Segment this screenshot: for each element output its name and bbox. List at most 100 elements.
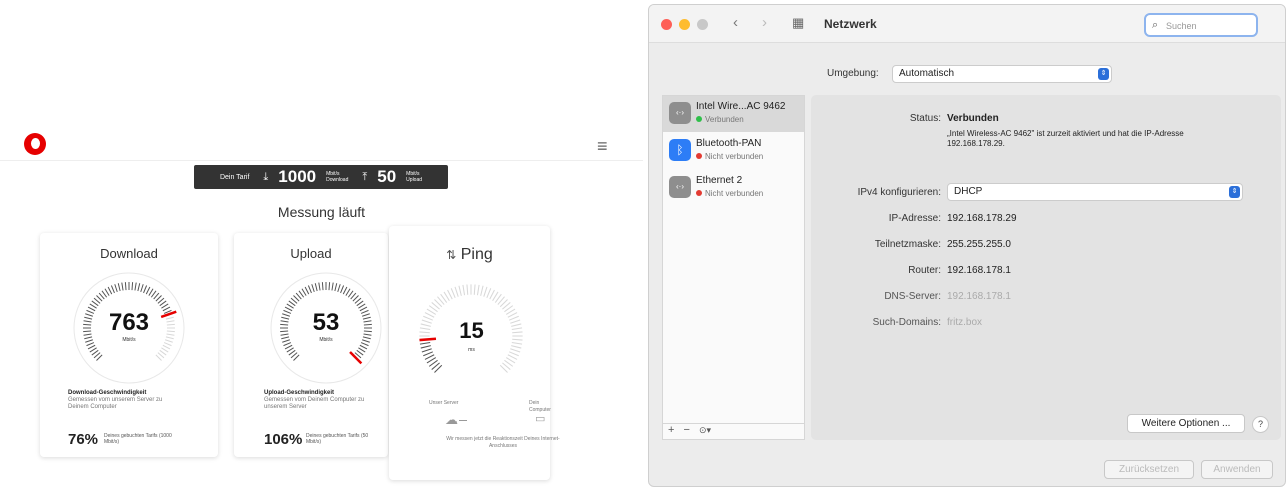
add-service-button[interactable]: + xyxy=(668,424,674,436)
gauge-tick xyxy=(328,282,331,291)
wifi-icon: ‹·› xyxy=(669,102,691,124)
router-value: 192.168.178.1 xyxy=(947,265,1011,276)
cloud-icon: ☁ xyxy=(445,412,458,427)
service-status: Nicht verbunden xyxy=(696,189,763,198)
dns-server-label: DNS-Server: xyxy=(884,291,941,302)
window-title: Netzwerk xyxy=(824,17,877,31)
ping-value: 15 xyxy=(459,318,484,343)
download-percent: 76% xyxy=(68,431,99,448)
gauge-tick xyxy=(473,284,476,295)
upload-arrow-icon: ⤒ xyxy=(362,170,368,183)
vodafone-logo[interactable] xyxy=(24,133,46,155)
action-menu-button[interactable]: ⊙▾ xyxy=(699,425,711,435)
apply-button[interactable]: Anwenden xyxy=(1201,460,1273,479)
service-name: Intel Wire...AC 9462 xyxy=(696,101,786,112)
status-description: „Intel Wireless-AC 9462" ist zurzeit akt… xyxy=(947,129,1184,148)
ping-text: Wir messen jetzt die Reaktionszeit Deine… xyxy=(446,436,560,449)
gauge-tick xyxy=(483,286,488,297)
remove-service-button[interactable]: − xyxy=(684,424,690,436)
upload-percent-text: Deines gebuchten Tarifs (50 Mbit/s) xyxy=(306,433,369,445)
subnet-mask-value: 255.255.255.0 xyxy=(947,239,1011,250)
tarif-up-unit: Mbit/s Upload xyxy=(406,171,423,183)
download-unit: Mbit/s xyxy=(122,337,136,343)
gauge-tick xyxy=(447,289,453,300)
help-button[interactable]: ? xyxy=(1252,416,1269,433)
gauge-tick xyxy=(486,288,492,299)
measurement-status: Messung läuft xyxy=(277,204,366,220)
upload-percent: 106% xyxy=(264,431,303,448)
close-button[interactable] xyxy=(661,19,672,30)
tarif-label: Dein Tarif xyxy=(219,173,250,181)
download-percent-text: Deines gebuchten Tarifs (1000 Mbit/s) xyxy=(104,433,172,445)
gauge-tick xyxy=(131,282,134,291)
tarif-down-unit: Mbit/s Download xyxy=(326,171,349,183)
minimize-button[interactable] xyxy=(679,19,690,30)
back-chevron-icon[interactable]: ‹ xyxy=(733,14,738,31)
gauge-tick xyxy=(424,312,435,318)
ip-address-value: 192.168.178.29 xyxy=(947,213,1017,224)
tarif-down-value: 1000 xyxy=(278,167,317,186)
revert-button[interactable]: Zurücksetzen xyxy=(1104,460,1194,479)
bluetooth-icon: ᛒ xyxy=(669,139,691,161)
menu-icon[interactable]: ≡ xyxy=(597,136,608,157)
gauge-tick xyxy=(450,288,456,299)
download-title: Download xyxy=(100,246,158,261)
more-options-button[interactable]: Weitere Optionen ... xyxy=(1127,414,1245,433)
service-name: Bluetooth-PAN xyxy=(696,138,762,149)
download-arrow-icon: ⤓ xyxy=(263,170,269,183)
gauge-tick xyxy=(476,284,480,296)
status-value: Verbunden xyxy=(947,113,999,124)
gauge-tick xyxy=(458,285,462,296)
upload-title: Upload xyxy=(290,246,332,261)
umgebung-label: Umgebung: xyxy=(827,68,879,79)
ipv4-label: IPv4 konfigurieren: xyxy=(857,187,941,198)
zoom-button[interactable] xyxy=(697,19,708,30)
download-value: 763 xyxy=(108,309,150,336)
status-label: Status: xyxy=(909,113,941,124)
umgebung-select[interactable]: Automatisch ⇕ xyxy=(892,65,1112,83)
select-arrows-icon: ⇕ xyxy=(1229,186,1240,198)
gauge-tick xyxy=(124,282,127,291)
gauge-tick xyxy=(480,285,484,296)
status-dot xyxy=(696,116,702,122)
search-domains-label: Such-Domains: xyxy=(872,317,941,328)
ipv4-select[interactable]: DHCP ⇕ xyxy=(947,183,1243,201)
gauge-tick xyxy=(489,289,495,300)
gauge-tick xyxy=(507,312,518,318)
status-dot xyxy=(696,190,702,196)
ping-card: ⇅ Ping 15 ms Unser Server Dein Computer … xyxy=(389,226,560,480)
search-domains-value: fritz.box xyxy=(947,317,983,328)
subnet-mask-label: Teilnetzmaske: xyxy=(874,239,941,250)
ping-server-label: Unser Server xyxy=(429,400,459,406)
select-arrows-icon: ⇕ xyxy=(1098,68,1109,80)
service-item-bluetooth[interactable]: ᛒ Bluetooth-PAN Nicht verbunden xyxy=(663,133,804,169)
search-input[interactable]: ⌕ Suchen xyxy=(1144,13,1258,37)
ethernet-icon: ‹·› xyxy=(669,176,691,198)
router-label: Router: xyxy=(908,265,941,276)
service-status: Verbunden xyxy=(696,115,744,124)
ping-icon: ⇅ xyxy=(446,248,457,262)
upload-caption: Upload-Geschwindigkeit Gemessen vom Deine… xyxy=(264,390,365,410)
header-divider xyxy=(0,160,643,161)
upload-value: 53 xyxy=(312,309,340,336)
service-status: Nicht verbunden xyxy=(696,152,763,161)
gauge-tick xyxy=(462,284,466,296)
network-preferences-window: ‹ › ▦ Netzwerk ⌕ Suchen Umgebung: Automat… xyxy=(648,4,1286,487)
status-dot xyxy=(696,153,702,159)
upload-unit: Mbit/s xyxy=(319,337,333,343)
gauge-tick xyxy=(454,286,459,297)
forward-chevron-icon[interactable]: › xyxy=(762,14,767,31)
speedtest-page: ≡ Dein Tarif ⤓ 1000 Mbit/s Download ⤒ 50 … xyxy=(0,0,643,487)
show-all-grid-icon[interactable]: ▦ xyxy=(792,15,810,32)
download-caption: Download-Geschwindigkeit Gemessen vom uns… xyxy=(68,390,163,410)
download-card: Download 763 Mbit/s Download-Geschwindig… xyxy=(40,233,218,457)
ping-unit: ms xyxy=(468,347,475,353)
ip-address-label: IP-Adresse: xyxy=(888,213,941,224)
service-name: Ethernet 2 xyxy=(696,175,743,186)
tarif-bar: Dein Tarif ⤓ 1000 Mbit/s Download ⤒ 50 Mb… xyxy=(194,165,448,189)
service-list-controls: + − ⊙▾ xyxy=(662,423,805,440)
dns-server-value: 192.168.178.1 xyxy=(947,291,1011,302)
connection-line xyxy=(459,420,467,421)
tarif-up-value: 50 xyxy=(377,167,397,186)
gauge-tick xyxy=(466,284,469,295)
